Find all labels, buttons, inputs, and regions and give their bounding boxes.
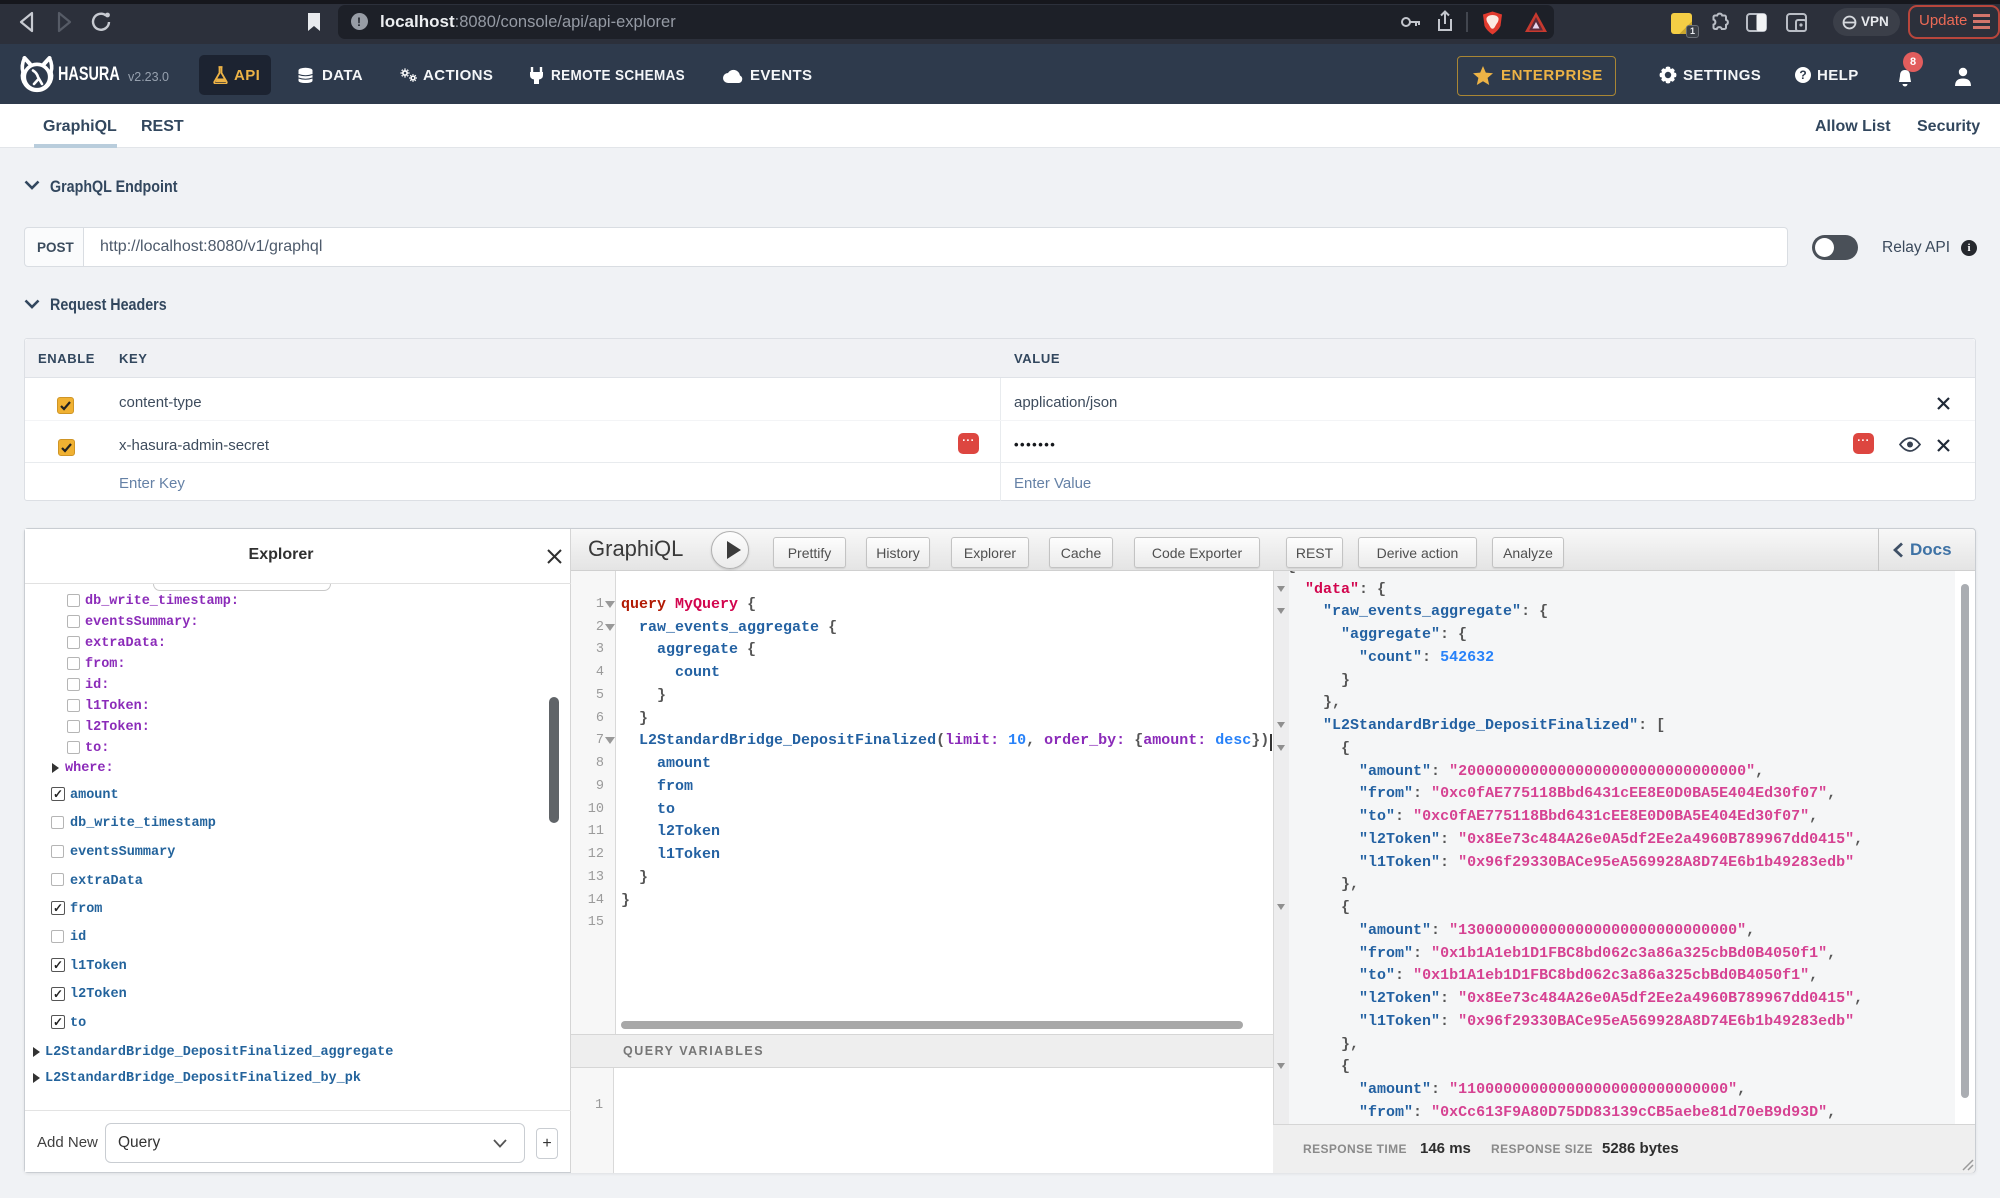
svg-text:?: ?	[1799, 68, 1806, 82]
